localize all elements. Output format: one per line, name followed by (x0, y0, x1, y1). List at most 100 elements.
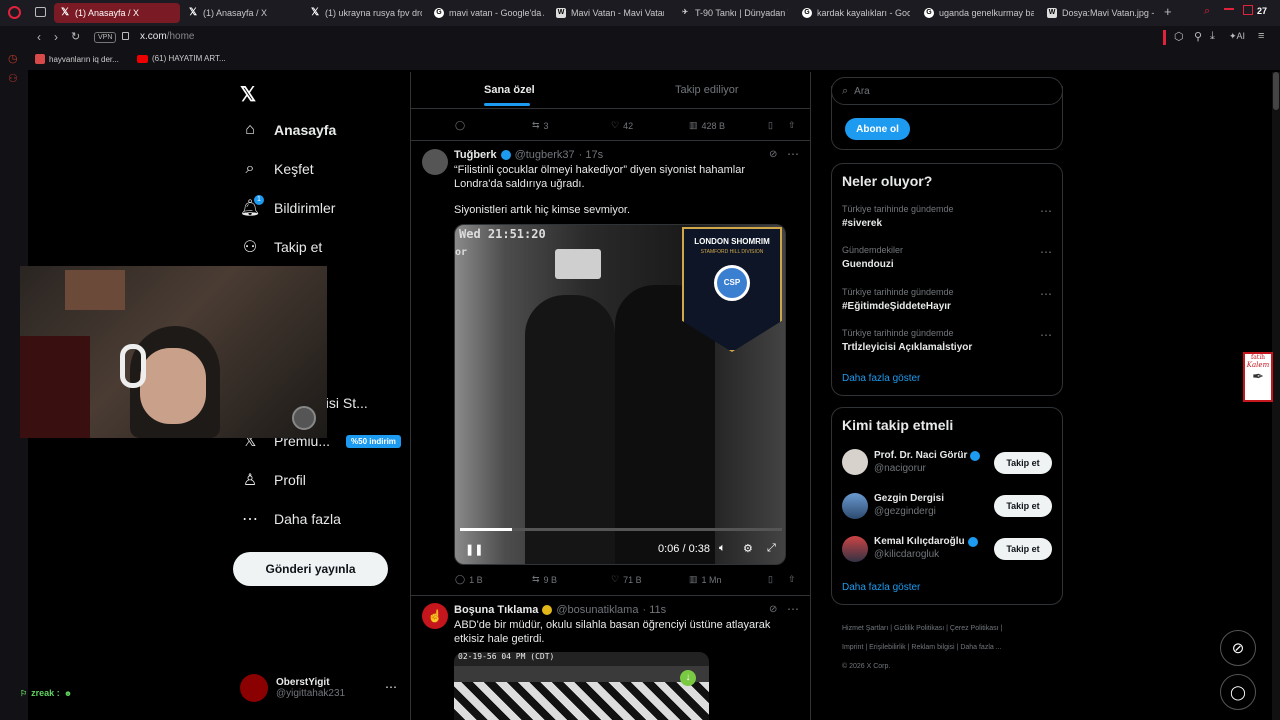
bookmark-0[interactable]: hayvanların iq der... (35, 54, 119, 64)
scrollbar-thumb[interactable] (1273, 72, 1279, 110)
tweet-author-name[interactable]: Boşuna Tıklama (454, 604, 538, 616)
tweet-author-handle[interactable]: @bosunatiklama (556, 604, 638, 616)
nav-follow[interactable]: ⚇ Takip et (240, 237, 322, 257)
footer-link[interactable]: Çerez Politikası (950, 625, 999, 632)
tab-overview-icon[interactable] (35, 7, 46, 17)
prev-retweet-action[interactable]: ⇆ 3 (532, 120, 549, 131)
ai-button[interactable]: ✦AI (1229, 31, 1245, 42)
avatar[interactable] (842, 449, 868, 475)
views-action[interactable]: ▥ 1 Mn (689, 574, 722, 585)
url-field[interactable]: x.com/home (140, 31, 194, 42)
history-icon[interactable]: ◷ (8, 52, 18, 65)
back-icon[interactable]: ‹ (37, 30, 41, 44)
follow-button[interactable]: Takip et (994, 538, 1052, 560)
tweet-video-2[interactable]: 02-19-56 04 PM (CDT) ↓ (454, 652, 709, 720)
footer-link[interactable]: Daha fazla ... (960, 644, 1001, 651)
account-switcher[interactable]: OberstYigit @yigittahak231 (240, 674, 345, 702)
footer-link[interactable]: Gizlilik Politikası (894, 625, 944, 632)
avatar[interactable] (842, 536, 868, 562)
reload-icon[interactable]: ↻ (71, 30, 80, 43)
footer-link[interactable]: Erişilebilirlik (869, 644, 906, 651)
footer-link[interactable]: Reklam bilgisi (911, 644, 954, 651)
bookmark-1[interactable]: (61) HAYATIM ART... (137, 54, 226, 63)
prev-like-action[interactable]: ♡ 42 (611, 120, 633, 131)
fullscreen-icon[interactable]: ⤢ (767, 542, 776, 555)
grok-float-icon[interactable]: ⊘ (1220, 630, 1256, 666)
tweet-author-handle[interactable]: @tugberk37 (515, 149, 575, 161)
search-tabs-icon[interactable]: ⌕ (1204, 5, 1210, 18)
trend-more-icon[interactable]: ⋯ (1040, 204, 1052, 218)
tab-1[interactable]: 𝕏 (1) Anasayfa / X (188, 3, 300, 23)
settings-gear-icon[interactable]: ⚙ (743, 542, 753, 555)
search-input[interactable]: ⌕ Ara (831, 77, 1063, 105)
tweet-avatar-pointer-icon[interactable]: ☝ (422, 603, 448, 629)
pin-icon[interactable]: ⚲ (1194, 30, 1202, 43)
tab-8[interactable]: W Dosya:Mavi Vatan.jpg - V (1047, 3, 1157, 23)
grok-icon[interactable]: ⊘ (769, 149, 777, 160)
bookmark-action[interactable]: ▯ (768, 574, 773, 585)
tweet-more-icon[interactable]: ⋯ (787, 602, 799, 616)
pause-icon[interactable]: ❚❚ (465, 543, 483, 556)
post-button[interactable]: Gönderi yayınla (233, 552, 388, 586)
tweet-time[interactable]: · 17s (579, 149, 603, 161)
nav-home[interactable]: ⌂ Anasayfa (240, 120, 336, 140)
tab-for-you[interactable]: Sana özel (484, 84, 535, 96)
scrollbar[interactable] (1272, 72, 1280, 720)
tab-5[interactable]: ✈ T-90 Tankı | Dünyadan T (680, 3, 788, 23)
messages-float-icon[interactable]: ◯ (1220, 674, 1256, 710)
tab-3[interactable]: Gmavi vatan - Google'da A (434, 3, 544, 23)
grok-icon[interactable]: ⊘ (769, 604, 777, 615)
nav-notifications[interactable]: 🔔︎ 1 Bildirimler (240, 195, 335, 218)
tweet-time[interactable]: · 11s (642, 604, 666, 616)
opera-logo-icon[interactable] (8, 6, 21, 19)
nav-profile[interactable]: ♙ Profil (240, 470, 306, 490)
reply-action[interactable]: ◯ 1 B (455, 574, 483, 585)
share-action[interactable]: ⇧ (788, 574, 796, 585)
trend-item[interactable]: Türkiye tarihinde gündemde Trtİzleyicisi … (842, 328, 972, 353)
suggestion-0[interactable]: Prof. Dr. Naci Görür @nacigorur (874, 450, 981, 474)
trend-item[interactable]: Türkiye tarihinde gündemde #EğitimdeŞidde… (842, 287, 954, 312)
account-more-icon[interactable]: ⋯ (385, 680, 397, 694)
extensions-icon[interactable]: ⬡ (1174, 30, 1184, 43)
download-arrow-icon[interactable]: ↓ (680, 670, 696, 686)
prev-views-action[interactable]: ▥ 428 B (689, 120, 725, 131)
prev-bookmark-action[interactable]: ▯ (768, 120, 773, 131)
nav-explore[interactable]: ⌕ Keşfet (240, 159, 314, 179)
follow-button[interactable]: Takip et (994, 452, 1052, 474)
tweet-avatar[interactable] (422, 149, 448, 175)
new-tab-plus-icon[interactable]: + (1164, 4, 1172, 19)
download-icon[interactable]: ⤓ (1210, 30, 1215, 43)
video-progress-track[interactable] (460, 528, 782, 531)
footer-link[interactable]: Imprint (842, 644, 863, 651)
tab-0[interactable]: 𝕏 (1) Anasayfa / X (54, 3, 180, 23)
like-action[interactable]: ♡ 71 B (611, 574, 642, 585)
tab-6[interactable]: Gkardak kayalıkları - Goog (802, 3, 910, 23)
who-show-more[interactable]: Daha fazla göster (842, 582, 920, 593)
prev-reply-action[interactable]: ◯ (455, 120, 465, 131)
maximize-icon[interactable] (1243, 5, 1253, 15)
vpn-badge[interactable]: VPN (94, 32, 117, 43)
nav-more[interactable]: ⋯ Daha fazla (240, 509, 341, 529)
subscribe-button[interactable]: Abone ol (845, 118, 910, 140)
people-icon[interactable]: ⚇ (8, 72, 18, 85)
tab-2[interactable]: 𝕏 (1) ukrayna rusya fpv dro (310, 3, 422, 23)
suggestion-2[interactable]: Kemal Kılıçdaroğlu @kilicdarogluk (874, 536, 978, 560)
trend-more-icon[interactable]: ⋯ (1040, 328, 1052, 342)
prev-share-action[interactable]: ⇧ (788, 120, 796, 131)
avatar[interactable] (842, 493, 868, 519)
menu-icon[interactable]: ≡ (1258, 30, 1264, 42)
minimize-icon[interactable] (1224, 8, 1234, 10)
trend-item[interactable]: Gündemdekiler Guendouzi (842, 245, 903, 270)
trend-more-icon[interactable]: ⋯ (1040, 245, 1052, 259)
trend-item[interactable]: Türkiye tarihinde gündemde #siverek (842, 204, 954, 229)
tweet-author-name[interactable]: Tuğberk (454, 149, 497, 161)
follow-button[interactable]: Takip et (994, 495, 1052, 517)
tab-following[interactable]: Takip ediliyor (675, 84, 739, 96)
x-logo-icon[interactable]: 𝕏 (240, 82, 256, 107)
tweet-video[interactable]: Wed 21:51:20 or LONDON SHOMRIM STAMFORD … (454, 224, 786, 565)
forward-icon[interactable]: › (54, 30, 58, 44)
suggestion-1[interactable]: Gezgin Dergisi @gezgindergi (874, 493, 944, 517)
retweet-action[interactable]: ⇆ 9 B (532, 574, 557, 585)
trend-more-icon[interactable]: ⋯ (1040, 287, 1052, 301)
footer-link[interactable]: Hizmet Şartları (842, 625, 888, 632)
